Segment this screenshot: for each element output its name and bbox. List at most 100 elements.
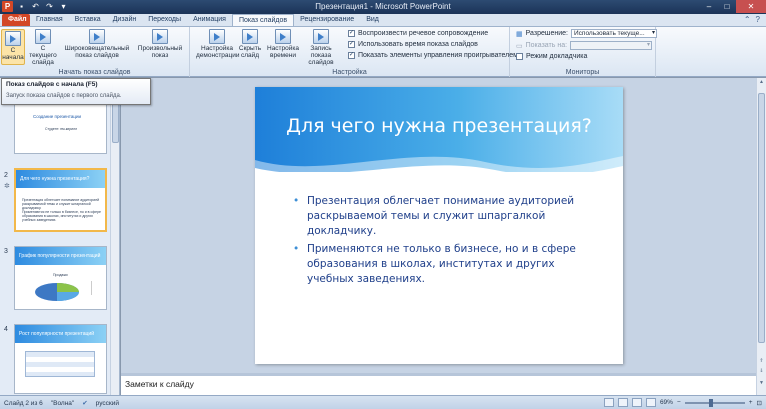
presenter-view-checkbox[interactable] [516,53,523,60]
spellcheck-icon[interactable]: ✔ [82,399,87,407]
slide-title[interactable]: Для чего нужна презентация? [255,115,623,137]
transition-star-icon: ✲ [4,183,10,190]
slides-panel-scrollbar[interactable]: ▲ [110,78,119,395]
narration-checkbox-row[interactable]: ✓ Воспроизвести речевое сопровождение [348,30,488,37]
thumbnail-4-header: Рост популярности презентаций [15,325,106,343]
slide-area-scrollbar[interactable]: ▲ ⇑ ⇓ ▼ [756,78,766,395]
setup-show-button[interactable]: Настройка демонстрации [196,29,240,59]
broadcast-button[interactable]: Широковещательный показ слайдов [62,29,132,59]
timings-checkbox[interactable]: ✓ [348,41,355,48]
language-indicator[interactable]: русский [96,400,119,407]
hide-slide-button[interactable]: Скрыть слайд [238,29,262,59]
theme-name: "Волна" [50,399,75,407]
thumbnail-4[interactable]: Рост популярности презентаций [14,324,107,394]
close-button[interactable]: ✕ [736,0,766,13]
monitor-icon: ▭ [516,42,523,50]
ribbon-tabs: Файл Главная Вставка Дизайн Переходы Ани… [0,14,766,27]
thumbnail-3-header: График популярности презентаций [15,247,106,265]
resolution-select[interactable]: Использовать текуще... [571,29,657,38]
resolution-icon: ▦ [516,30,523,38]
rehearse-icon [275,29,291,44]
slideshow-start-icon [5,31,21,46]
maximize-button[interactable]: □ [718,0,736,13]
thumbnail-1-title: Создание презентации [33,114,82,119]
thumbnail-3[interactable]: График популярности презентаций Продажи [14,246,107,310]
tab-review[interactable]: Рецензирование [294,14,360,26]
show-on-select[interactable] [570,41,653,50]
tab-animations[interactable]: Анимация [187,14,232,26]
tooltip: Показ слайдов с начала (F5) Запуск показ… [1,78,151,105]
slides-panel: Создание презентации Студент: пм-кирилл … [0,78,120,395]
help-icon[interactable]: ? [756,15,760,24]
setup-show-label: Настройка демонстрации [196,45,240,59]
previous-slide-icon[interactable]: ⇑ [758,358,765,366]
slide-counter: Слайд 2 из 6 [4,399,43,407]
slideshow-current-icon [35,29,51,44]
window-title: Презентация1 - Microsoft PowerPoint [315,2,451,11]
controls-label: Показать элементы управления проигрывате… [358,52,518,59]
thumbnail-4-number: 4 [4,326,8,333]
tab-view[interactable]: Вид [360,14,385,26]
slideshow-view-button[interactable] [645,398,656,407]
notes-pane[interactable]: Заметки к слайду [121,373,756,395]
thumbnail-1[interactable]: Создание презентации Студент: пм-кирилл [14,98,107,154]
next-slide-icon[interactable]: ⇓ [758,368,765,376]
tab-home[interactable]: Главная [30,14,69,26]
zoom-slider[interactable] [684,398,745,407]
slide-wave-decoration [255,156,623,187]
ribbon: С начала С текущего слайда Широковещател… [0,27,766,77]
resolution-label: Разрешение: [525,30,568,37]
timings-checkbox-row[interactable]: ✓ Использовать время показа слайдов [348,41,478,48]
from-current-button[interactable]: С текущего слайда [27,29,59,66]
thumbnail-2-wave [16,190,105,196]
thumbnail-4-title: Рост популярности презентаций [19,331,94,337]
tab-file[interactable]: Файл [2,14,30,26]
thumbnail-2[interactable]: Для чего нужна презентация? Презентация … [14,168,107,232]
slide-content-placeholder[interactable]: Презентация облегчает понимание аудитори… [293,194,593,290]
zoom-out-icon[interactable]: − [677,399,681,406]
minimize-ribbon-icon[interactable]: ⌃ [744,15,751,24]
from-current-label: С текущего слайда [29,45,57,66]
slide-sorter-button[interactable] [617,398,628,407]
group-setup: Настройка демонстрации Скрыть слайд Наст… [190,27,518,77]
reading-view-button[interactable] [631,398,642,407]
normal-view-button[interactable] [603,398,614,407]
record-label: Запись показа слайдов [308,45,334,66]
from-beginning-label: С начала [2,47,24,61]
custom-show-icon [152,29,168,44]
tab-transitions[interactable]: Переходы [142,14,187,26]
controls-checkbox[interactable]: ✓ [348,52,355,59]
fit-to-window-icon[interactable]: ⊡ [757,399,762,407]
custom-show-label: Произвольный показ [137,45,183,59]
custom-show-button[interactable]: Произвольный показ [135,29,185,59]
record-icon [313,29,329,44]
zoom-in-icon[interactable]: + [749,399,753,406]
zoom-slider-knob[interactable] [708,398,713,407]
from-beginning-button[interactable]: С начала [1,29,25,65]
slide-bullet-1: Презентация облегчает понимание аудитори… [293,194,593,239]
controls-checkbox-row[interactable]: ✓ Показать элементы управления проигрыва… [348,52,518,59]
broadcast-label: Широковещательный показ слайдов [64,45,130,59]
tab-insert[interactable]: Вставка [69,14,107,26]
slide-bullet-2: Применяются не только в бизнесе, но и в … [293,242,593,287]
zoom-level[interactable]: 69% [660,399,673,406]
scroll-up-icon[interactable]: ▲ [757,78,766,87]
thumbnail-3-title: График популярности презентаций [19,253,101,259]
group-monitors-label: Мониторы [565,69,600,76]
tab-slideshow[interactable]: Показ слайдов [231,14,295,26]
minimize-button[interactable]: – [700,0,718,13]
thumbnail-2-body: Презентация облегчает понимание аудитори… [22,198,101,222]
narration-checkbox[interactable]: ✓ [348,30,355,37]
notes-placeholder: Заметки к слайду [125,379,194,389]
record-slideshow-button[interactable]: Запись показа слайдов [300,29,342,66]
rehearse-timings-button[interactable]: Настройка времени [266,29,300,59]
thumbnail-1-subtitle: Студент: пм-кирилл [45,127,78,131]
tab-design[interactable]: Дизайн [107,14,143,26]
current-slide[interactable]: Для чего нужна презентация? Презентация … [255,87,623,364]
show-on-row: ▭ Показать на: [516,41,653,50]
scrollbar-thumb[interactable] [758,93,765,343]
window-controls: – □ ✕ [700,0,766,13]
ribbon-help-area: ⌃ ? [744,15,760,24]
scroll-down-icon[interactable]: ▼ [758,380,765,388]
presenter-view-row[interactable]: Режим докладчика [516,53,587,60]
